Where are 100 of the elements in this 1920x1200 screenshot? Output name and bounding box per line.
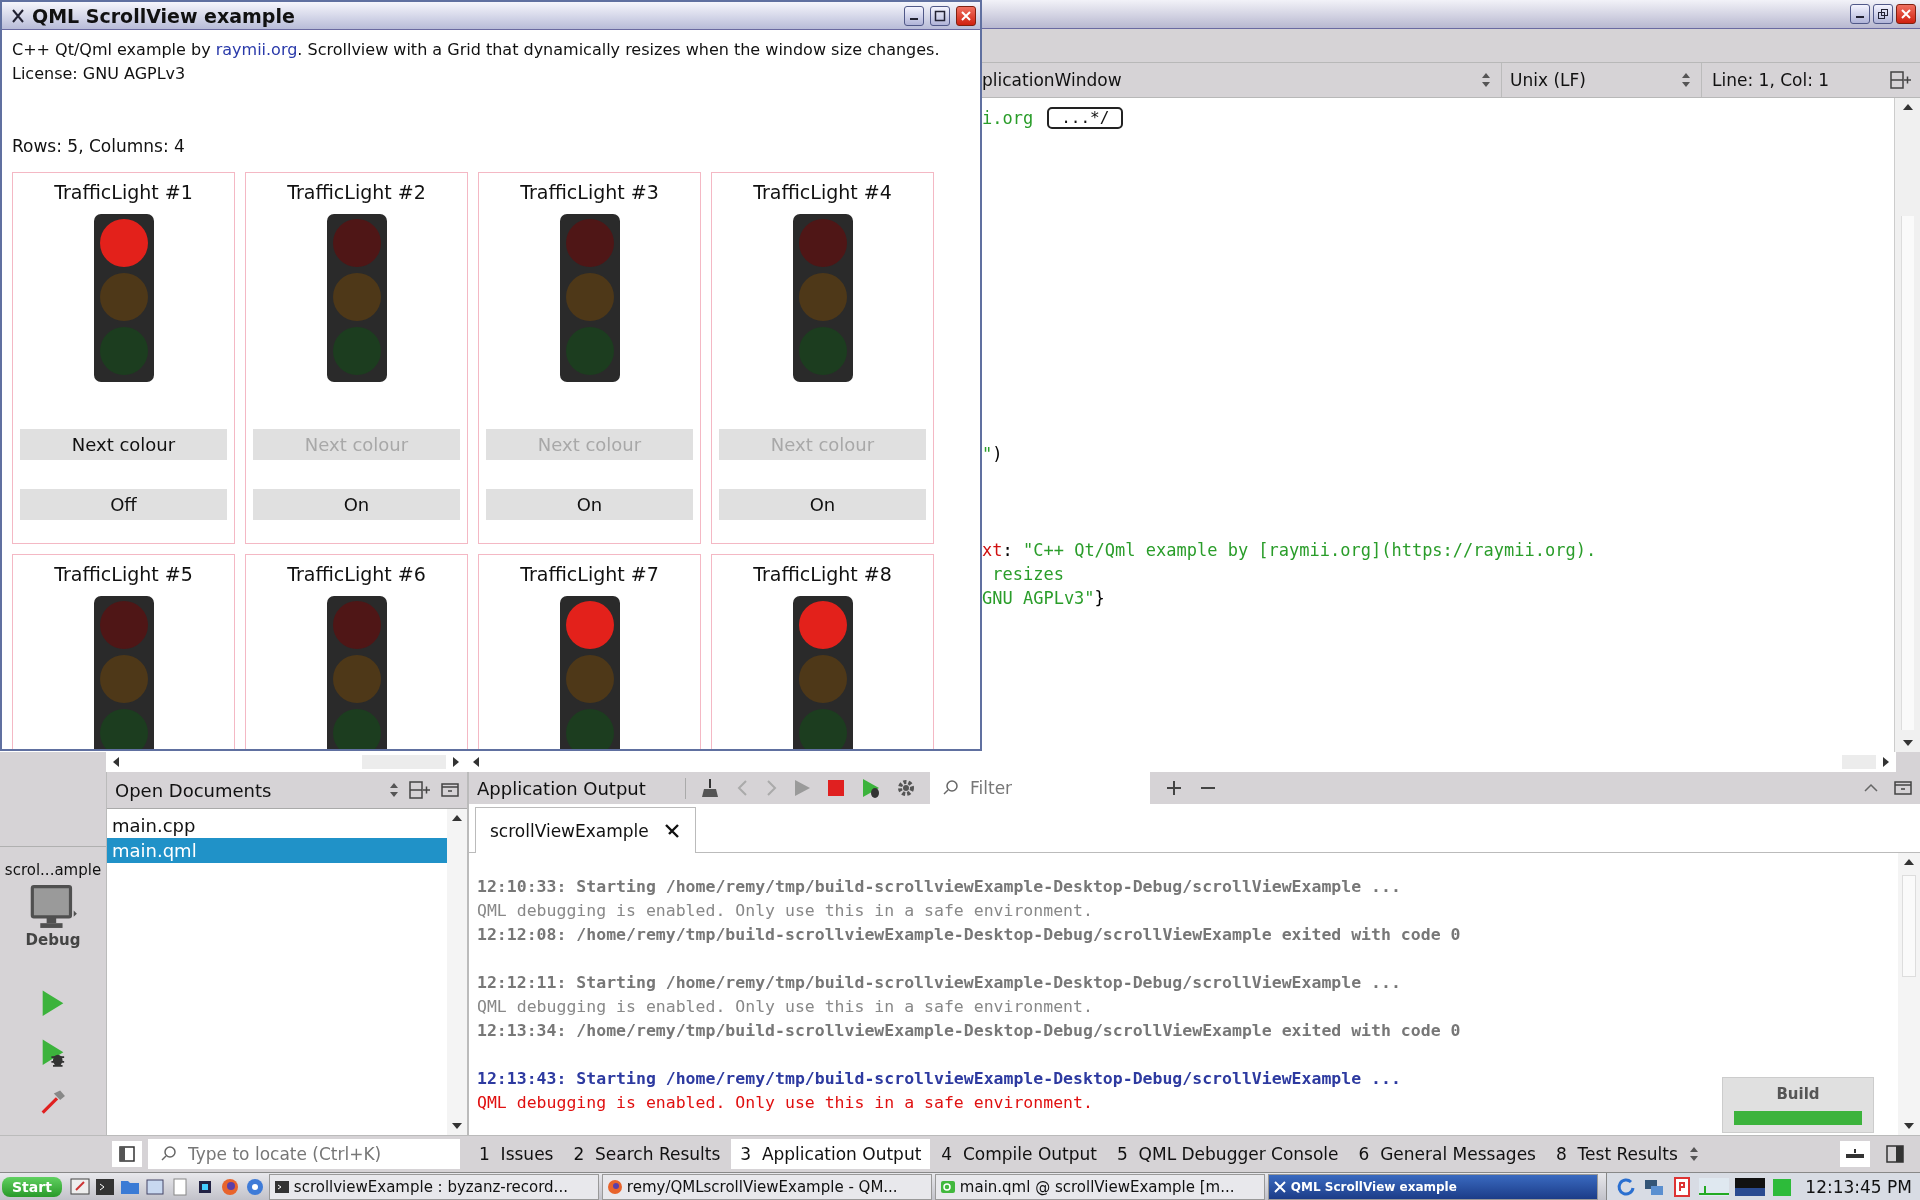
panel-title[interactable]: Open Documents <box>115 779 379 801</box>
scroll-down-icon[interactable] <box>452 1123 462 1129</box>
scroll-up-icon[interactable] <box>452 815 462 821</box>
code-line: xt: "C++ Qt/Qml example by [raymii.org](https://raymii.org). <box>982 540 1597 560</box>
task-label[interactable]: main.qml @ scrollViewExample [m... <box>959 1178 1235 1196</box>
output-line: QML debugging is enabled. Only use this in a safe environment. <box>477 996 1093 1018</box>
close-pane-icon[interactable] <box>1894 780 1912 796</box>
scrollbar-thumb[interactable] <box>1902 875 1916 977</box>
line-ending-combo[interactable]: Unix (LF) <box>1502 63 1702 97</box>
scroll-up-icon[interactable] <box>1902 104 1913 110</box>
close-icon[interactable] <box>662 821 681 840</box>
plus-icon[interactable] <box>1164 778 1184 798</box>
card-title: TrafficLight #7 <box>520 563 659 585</box>
up-down-icon <box>1481 72 1491 88</box>
desktop-icon[interactable] <box>68 1176 91 1198</box>
next-colour-button[interactable]: Next colour <box>20 429 227 460</box>
output-pane-tab[interactable]: 5 QML Debugger Console <box>1107 1139 1348 1169</box>
locator-field[interactable]: Type to locate (Ctrl+K) <box>148 1139 460 1169</box>
scrollbar[interactable] <box>447 809 467 1135</box>
output-line: 12:10:33: Starting /home/remy/tmp/build-scrollviewExample-Desktop-Debug/scrollViewExample ... <box>477 876 1401 898</box>
card-title: TrafficLight #2 <box>287 181 426 203</box>
output-line: 12:13:43: Starting /home/remy/tmp/build-scrollviewExample-Desktop-Debug/scrollViewExample ... <box>477 1068 1401 1090</box>
progress-toggle-icon[interactable] <box>1840 1141 1870 1167</box>
tab-label[interactable]: scrollViewExample <box>490 820 649 841</box>
filter-field[interactable]: Filter <box>930 772 1150 804</box>
card-title: TrafficLight #8 <box>753 563 892 585</box>
maximize-button[interactable] <box>930 5 950 26</box>
close-pane-icon[interactable] <box>441 782 459 798</box>
close-icon <box>1900 8 1912 20</box>
window-title: QML ScrollView example <box>32 4 295 27</box>
scrollbar-thumb[interactable] <box>1901 216 1914 730</box>
output-pane-tab[interactable]: 8 Test Results <box>1546 1139 1687 1169</box>
code-line: resizes <box>991 564 1064 584</box>
globe-icon <box>606 1179 623 1195</box>
window-icon[interactable] <box>143 1176 166 1198</box>
output-pane-tab[interactable]: 4 Compile Output <box>932 1139 1106 1169</box>
power-button[interactable]: On <box>486 489 693 520</box>
task-label[interactable]: scrollviewExample : byzanz-record... <box>293 1178 568 1196</box>
debug-run-icon[interactable] <box>860 777 882 799</box>
taskbar-task[interactable]: QML ScrollView example <box>1267 1174 1598 1200</box>
task-label[interactable]: remy/QMLscrollViewExample - QM... <box>626 1178 898 1196</box>
scrollbar[interactable] <box>1898 853 1920 1135</box>
taskbar-task[interactable]: main.qml @ scrollViewExample [m... <box>934 1174 1265 1200</box>
code-line: GNU AGPLv3"} <box>982 588 1105 608</box>
terminal-icon[interactable] <box>93 1176 116 1198</box>
code-editor[interactable]: i.org ...*/ ") xt: "C++ Qt/Qml example by [raymii.org](https://raymii.org). resizes GNU AGPLv3"} <box>982 98 1894 752</box>
output-line: 12:12:08: /home/remy/tmp/build-scrollviewExample-Desktop-Debug/scrollViewExample exited with code 0 <box>477 924 1461 946</box>
grid-info: Rows: 5, Columns: 4 <box>12 135 186 158</box>
terminal-icon <box>273 1179 290 1195</box>
split-icon[interactable] <box>1890 71 1912 89</box>
pane-title[interactable]: Application Output <box>477 777 686 799</box>
scroll-right-icon[interactable] <box>453 757 459 767</box>
scrollbar[interactable] <box>1894 98 1920 752</box>
output-pane-tab[interactable]: 2 Search Results <box>564 1139 730 1169</box>
minimize-button[interactable] <box>1850 4 1870 24</box>
scroll-right-icon[interactable] <box>1883 757 1889 767</box>
fold-marker[interactable]: ...*/ <box>1047 107 1124 129</box>
scroll-down-icon[interactable] <box>1902 740 1913 746</box>
taskbar-task[interactable]: scrollviewExample : byzanz-record... <box>268 1174 599 1200</box>
memory-graph-icon[interactable] <box>1735 1176 1766 1198</box>
output-tab[interactable]: scrollViewExample <box>475 807 696 853</box>
card-title: TrafficLight #6 <box>287 563 426 585</box>
sidebar-toggle-icon[interactable] <box>112 1141 142 1167</box>
task-label[interactable]: QML ScrollView example <box>1290 1180 1457 1194</box>
scroll-left-icon[interactable] <box>113 757 119 767</box>
scroll-down-icon[interactable] <box>1904 1123 1914 1129</box>
output-line: QML debugging is enabled. Only use this in a safe environment. <box>477 900 1093 922</box>
website-link[interactable]: raymii.org <box>215 40 298 59</box>
restore-button[interactable] <box>1873 4 1893 24</box>
x-icon <box>1272 1180 1287 1194</box>
scroll-up-icon[interactable] <box>1904 859 1914 865</box>
close-button[interactable] <box>1896 4 1916 24</box>
search-icon <box>160 1145 178 1163</box>
license-text: License: GNU AGPLv3 <box>12 63 187 85</box>
output-pane-tab[interactable]: 1 Issues <box>470 1139 563 1169</box>
output-pane-tab[interactable]: 6 General Messages <box>1349 1139 1545 1169</box>
target-name[interactable]: scrol...ample <box>4 861 102 879</box>
power-button[interactable]: Off <box>20 489 227 520</box>
document-item[interactable]: main.qml <box>107 838 447 863</box>
intro-text: C++ Qt/Qml example by raymii.org. Scrollview with a Grid that dynamically resizes when the window size changes. <box>12 39 941 61</box>
stop-icon[interactable] <box>826 778 846 798</box>
maximize-icon <box>934 9 946 22</box>
settings-icon[interactable] <box>896 778 916 798</box>
document-item[interactable]: main.cpp <box>107 813 447 838</box>
code-line: i.org <box>982 108 1034 128</box>
power-button[interactable]: On <box>253 489 460 520</box>
up-down-icon[interactable] <box>389 782 399 798</box>
output-line: 12:13:34: /home/remy/tmp/build-scrollviewExample-Desktop-Debug/scrollViewExample exited with code 0 <box>477 1020 1461 1042</box>
split-icon[interactable] <box>409 781 431 799</box>
build-config-label: Debug <box>25 931 81 950</box>
power-button[interactable]: On <box>719 489 926 520</box>
output-pane-tab[interactable]: 3 Application Output <box>731 1139 931 1169</box>
taskbar-task[interactable]: remy/QMLscrollViewExample - QM... <box>601 1174 932 1200</box>
scroll-left-icon[interactable] <box>473 757 479 767</box>
clock: 12:13:45 PM <box>1805 1177 1912 1197</box>
scrollbar[interactable] <box>106 752 466 772</box>
close-button[interactable] <box>956 5 976 26</box>
minimize-button[interactable] <box>904 5 924 26</box>
minimize-icon <box>1856 16 1864 18</box>
up-down-icon[interactable] <box>1688 1146 1699 1162</box>
